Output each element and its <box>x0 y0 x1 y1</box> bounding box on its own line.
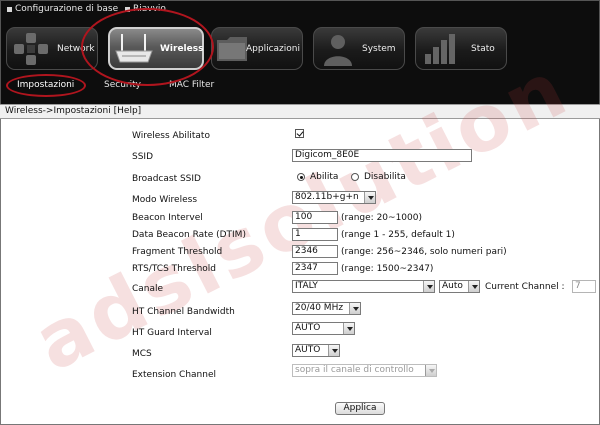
tab-system[interactable]: System <box>313 27 405 70</box>
ht-guard-value: AUTO <box>295 323 321 333</box>
wireless-enabled-checkbox[interactable] <box>295 129 304 138</box>
dtim-label: Data Beacon Rate (DTIM) <box>132 230 246 240</box>
dtim-input[interactable]: 1 <box>292 228 338 241</box>
reboot-menu-label: Riavvio <box>133 4 166 14</box>
ht-guard-label: HT Guard Interval <box>132 328 212 338</box>
tab-wireless-label: Wireless <box>160 44 204 54</box>
modo-wireless-select[interactable]: 802.11b+g+n <box>292 191 376 204</box>
apply-button[interactable]: Applica <box>335 402 385 415</box>
rts-threshold-input[interactable]: 2347 <box>292 262 338 275</box>
broadcast-ssid-label: Broadcast SSID <box>132 174 201 184</box>
subtab-impostazioni[interactable]: Impostazioni <box>17 80 74 90</box>
tab-applicazioni[interactable]: Applicazioni <box>211 27 303 70</box>
network-cross-icon <box>14 33 48 65</box>
chevron-down-icon <box>343 323 354 334</box>
mcs-label: MCS <box>132 349 152 359</box>
chevron-down-icon <box>328 345 339 356</box>
extension-channel-label: Extension Channel <box>132 370 216 380</box>
subtab-security[interactable]: Security <box>104 80 141 90</box>
settings-form: adslsolution Wireless Abilitato SSID Dig… <box>0 43 600 425</box>
tab-stato-label: Stato <box>471 44 495 54</box>
beacon-interval-input[interactable]: 100 <box>292 211 338 224</box>
modo-wireless-label: Modo Wireless <box>132 195 198 205</box>
user-icon <box>324 35 352 66</box>
broadcast-disable-label: Disabilita <box>364 172 406 182</box>
menu-bullet-icon <box>7 6 12 12</box>
help-link[interactable]: [Help] <box>114 106 142 116</box>
broadcast-enable-radio[interactable] <box>297 173 305 181</box>
extension-channel-select: sopra il canale di controllo <box>292 364 437 377</box>
tab-network-label: Network <box>57 44 95 54</box>
ssid-input[interactable]: Digicom_8E0E <box>292 149 472 162</box>
fragment-threshold-label: Fragment Threshold <box>132 247 223 257</box>
mcs-select[interactable]: AUTO <box>292 344 340 357</box>
extension-channel-value: sopra il canale di controllo <box>295 365 414 375</box>
subtab-mac-filter[interactable]: MAC Filter <box>169 80 214 90</box>
reboot-menu-link[interactable]: Riavvio <box>125 4 166 14</box>
channel-value: Auto <box>442 281 463 291</box>
modo-wireless-value: 802.11b+g+n <box>295 192 359 202</box>
beacon-interval-hint: (range: 20~1000) <box>341 213 422 223</box>
broadcast-enable-label: Abilita <box>310 172 339 182</box>
country-value: ITALY <box>295 281 318 291</box>
rts-threshold-hint: (range: 1500~2347) <box>341 264 434 274</box>
ht-bandwidth-select[interactable]: 20/40 MHz <box>292 302 361 315</box>
canale-label: Canale <box>132 284 164 294</box>
chevron-down-icon <box>364 192 375 203</box>
dtim-hint: (range 1 - 255, default 1) <box>341 230 455 240</box>
fragment-threshold-input[interactable]: 2346 <box>292 245 338 258</box>
config-menu-link[interactable]: Configurazione di base <box>7 4 118 14</box>
breadcrumb: Wireless->Impostazioni [Help] <box>0 104 600 119</box>
folder-icon <box>217 37 247 61</box>
broadcast-disable-radio[interactable] <box>351 173 359 181</box>
ssid-label: SSID <box>132 152 154 162</box>
wireless-enabled-label: Wireless Abilitato <box>132 131 210 141</box>
chevron-down-icon <box>349 303 360 314</box>
ht-bandwidth-value: 20/40 MHz <box>295 303 344 313</box>
tab-applicazioni-label: Applicazioni <box>246 44 300 54</box>
chevron-down-icon <box>468 281 479 292</box>
tab-system-label: System <box>362 44 396 54</box>
tab-wireless[interactable]: Wireless <box>108 27 204 70</box>
fragment-threshold-hint: (range: 256~2346, solo numeri pari) <box>341 247 507 257</box>
breadcrumb-path: Wireless->Impostazioni <box>5 106 111 116</box>
ht-bandwidth-label: HT Channel Bandwidth <box>132 307 235 317</box>
country-select[interactable]: ITALY <box>292 280 435 293</box>
menu-bullet-icon <box>125 6 130 12</box>
bar-chart-icon <box>425 34 455 64</box>
channel-select[interactable]: Auto <box>439 280 480 293</box>
config-menu-label: Configurazione di base <box>15 4 119 14</box>
current-channel-field: 7 <box>572 280 596 293</box>
current-channel-label: Current Channel : <box>485 282 565 292</box>
beacon-interval-label: Beacon Intervel <box>132 213 203 223</box>
ht-guard-select[interactable]: AUTO <box>292 322 355 335</box>
mcs-value: AUTO <box>295 345 321 355</box>
wireless-router-icon <box>115 34 153 63</box>
tab-stato[interactable]: Stato <box>415 27 507 70</box>
rts-threshold-label: RTS/TCS Threshold <box>132 264 217 274</box>
tab-network[interactable]: Network <box>6 27 98 70</box>
top-navigation-area: Configurazione di base Riavvio Network W… <box>0 0 600 104</box>
chevron-down-icon <box>425 365 436 376</box>
chevron-down-icon <box>423 281 434 292</box>
